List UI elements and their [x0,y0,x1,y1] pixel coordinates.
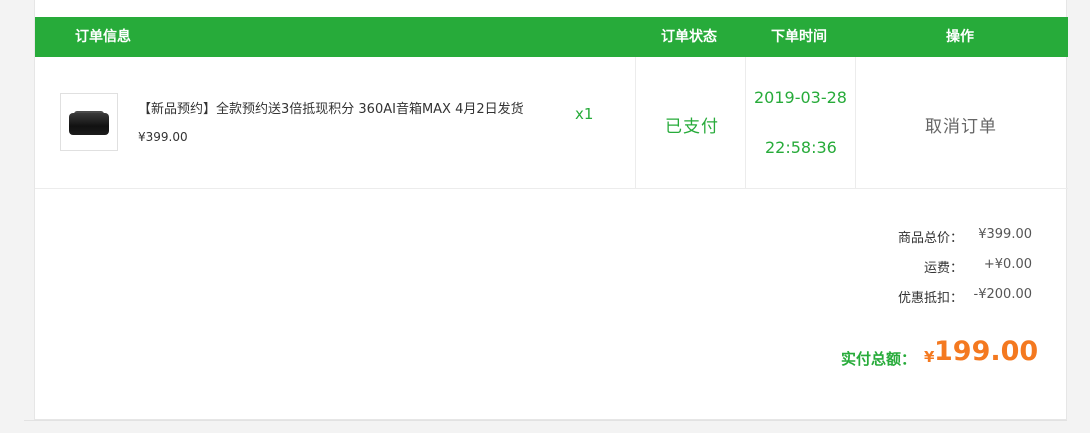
order-date: 2019-03-28 [754,88,847,107]
column-divider [635,57,636,188]
header-order-info: 订单信息 [75,29,131,45]
column-divider [745,57,746,188]
product-thumbnail[interactable] [60,93,118,151]
header-order-status: 订单状态 [661,29,717,45]
paid-total-currency: ¥ [924,348,935,366]
goods-total-label: 商品总价： [897,231,963,246]
order-table-header: 订单信息 订单状态 下单时间 操作 [35,17,1068,57]
discount-value: -¥200.00 [973,287,1032,302]
header-order-time: 下单时间 [771,29,827,45]
speaker-product-image [69,113,109,135]
shipping-label: 运费： [923,261,963,276]
order-row: 【新品预约】全款预约送3倍抵现积分 360AI音箱MAX 4月2日发货 ¥399… [35,57,1068,189]
product-name-link[interactable]: 【新品预约】全款预约送3倍抵现积分 360AI音箱MAX 4月2日发货 [138,98,524,117]
cancel-order-button[interactable]: 取消订单 [925,112,997,137]
column-divider [855,57,856,188]
product-price: ¥399.00 [138,130,188,144]
order-time: 22:58:36 [765,138,837,157]
order-card: 订单信息 订单状态 下单时间 操作 【新品预约】全款预约送3倍抵现积分 360A… [34,0,1068,420]
page-bottom-divider [24,420,1067,421]
goods-total-value: ¥399.00 [978,227,1032,242]
shipping-value: +¥0.00 [983,257,1032,272]
header-operations: 操作 [946,29,974,45]
paid-total-amount: 199.00 [934,336,1039,367]
product-quantity: x1 [575,105,594,123]
discount-label: 优惠抵扣： [897,291,963,306]
order-status: 已支付 [665,117,719,137]
paid-total-label: 实付总额： [841,350,917,368]
